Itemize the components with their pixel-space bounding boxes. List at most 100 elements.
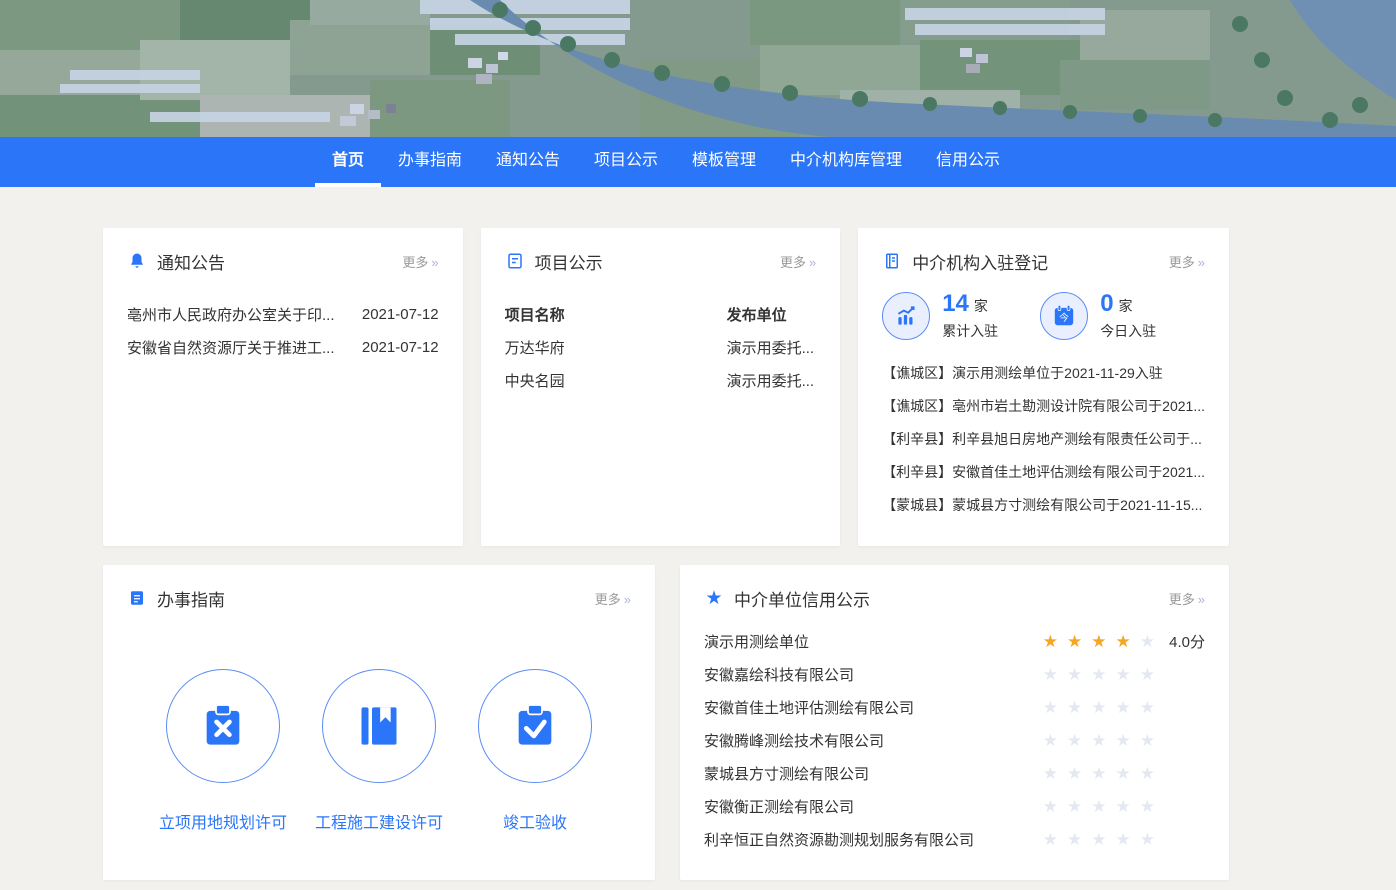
notices-list: 亳州市人民政府办公室关于印... 2021-07-12 安徽省自然资源厅关于推进… xyxy=(127,298,439,364)
hero-banner-aerial-photo xyxy=(0,0,1396,137)
calendar-today-icon: 今 xyxy=(1040,292,1088,340)
company-name-link[interactable]: 安徽腾峰测绘技术有限公司 xyxy=(704,730,1043,751)
credit-card-title: 中介单位信用公示 xyxy=(734,586,870,611)
book-bookmark-icon xyxy=(322,669,436,783)
star-icon: ★ xyxy=(704,588,724,608)
double-chevron-icon: » xyxy=(1198,255,1205,270)
registration-card-title: 中介机构入驻登记 xyxy=(912,249,1048,274)
nav-tab-templates[interactable]: 模板管理 xyxy=(675,137,773,187)
star-rating: ★★★★★ xyxy=(1043,666,1155,683)
clipboard-x-icon xyxy=(166,669,280,783)
stat-total: 14家 累计入驻 xyxy=(882,290,998,341)
star-rating: ★★★★★ xyxy=(1043,732,1155,749)
projects-more-link[interactable]: 更多» xyxy=(780,252,816,271)
notice-item[interactable]: 安徽省自然资源厅关于推进工... 2021-07-12 xyxy=(127,331,439,364)
credit-row: 安徽腾峰测绘技术有限公司 ★★★★★ xyxy=(704,724,1205,757)
registration-item[interactable]: 【谯城区】演示用测绘单位于2021-11-29入驻 xyxy=(882,357,1205,390)
company-name-link[interactable]: 安徽嘉绘科技有限公司 xyxy=(704,664,1043,685)
more-label: 更多 xyxy=(1169,592,1195,607)
notice-title: 亳州市人民政府办公室关于印... xyxy=(127,304,350,325)
notice-date: 2021-07-12 xyxy=(362,339,439,356)
project-row[interactable]: 中央名园 演示用委托... xyxy=(505,364,817,397)
projects-table-header: 项目名称 发布单位 xyxy=(505,298,817,331)
registration-list: 【谯城区】演示用测绘单位于2021-11-29入驻 【谯城区】亳州市岩土勘测设计… xyxy=(882,357,1205,522)
projects-card-title: 项目公示 xyxy=(535,249,603,274)
star-rating: ★★★★★ xyxy=(1043,798,1155,815)
clipboard-check-icon xyxy=(478,669,592,783)
double-chevron-icon: » xyxy=(809,255,816,270)
registration-item[interactable]: 【谯城区】亳州市岩土勘测设计院有限公司于2021... xyxy=(882,390,1205,423)
credit-score: 4.0分 xyxy=(1155,631,1205,652)
guide-more-link[interactable]: 更多» xyxy=(595,589,631,608)
guide-item-planning-permit[interactable]: 立项用地规划许可 xyxy=(145,669,301,833)
registration-item[interactable]: 【利辛县】安徽首佳土地评估测绘有限公司于2021... xyxy=(882,456,1205,489)
notices-card-title: 通知公告 xyxy=(157,249,225,274)
guide-items: 立项用地规划许可 工程施工建设许可 竣工验收 xyxy=(127,669,631,833)
svg-text:今: 今 xyxy=(1059,310,1069,323)
total-label: 累计入驻 xyxy=(942,321,998,341)
main-navigation: 首页 办事指南 通知公告 项目公示 模板管理 中介机构库管理 信用公示 xyxy=(0,137,1396,187)
company-name-link[interactable]: 安徽衡正测绘有限公司 xyxy=(704,796,1043,817)
chart-trend-icon xyxy=(882,292,930,340)
company-name-link[interactable]: 演示用测绘单位 xyxy=(704,631,1043,652)
more-label: 更多 xyxy=(595,592,621,607)
projects-table: 项目名称 发布单位 万达华府 演示用委托... 中央名园 演示用委托... xyxy=(505,298,817,397)
nav-tab-credit[interactable]: 信用公示 xyxy=(919,137,1017,187)
nav-tab-notices[interactable]: 通知公告 xyxy=(479,137,577,187)
project-publisher: 演示用委托... xyxy=(727,337,817,358)
double-chevron-icon: » xyxy=(1198,592,1205,607)
blue-tint-overlay xyxy=(0,0,1396,137)
credit-row: 演示用测绘单位 ★★★★★ 4.0分 xyxy=(704,625,1205,658)
document-filled-icon xyxy=(127,588,147,608)
credit-row: 安徽首佳土地评估测绘有限公司 ★★★★★ xyxy=(704,691,1205,724)
more-label: 更多 xyxy=(1169,255,1195,270)
today-count: 0 xyxy=(1100,290,1113,318)
credit-row: 利辛恒正自然资源勘测规划服务有限公司 ★★★★★ xyxy=(704,823,1205,856)
company-name-link[interactable]: 蒙城县方寸测绘有限公司 xyxy=(704,763,1043,784)
notice-item[interactable]: 亳州市人民政府办公室关于印... 2021-07-12 xyxy=(127,298,439,331)
project-publisher: 演示用委托... xyxy=(727,370,817,391)
registration-stats: 14家 累计入驻 今 0家 今日入驻 xyxy=(882,290,1205,341)
count-unit: 家 xyxy=(974,296,988,316)
guide-item-construction-permit[interactable]: 工程施工建设许可 xyxy=(301,669,457,833)
guide-card-title: 办事指南 xyxy=(157,586,225,611)
notices-more-link[interactable]: 更多» xyxy=(402,252,438,271)
document-icon xyxy=(505,251,525,271)
star-rating: ★★★★★ xyxy=(1043,633,1155,650)
more-label: 更多 xyxy=(402,255,428,270)
project-name: 万达华府 xyxy=(505,337,727,358)
star-rating: ★★★★★ xyxy=(1043,699,1155,716)
guide-item-completion-acceptance[interactable]: 竣工验收 xyxy=(457,669,613,833)
registration-item[interactable]: 【利辛县】利辛县旭日房地产测绘有限责任公司于... xyxy=(882,423,1205,456)
guide-card: 办事指南 更多» 立项用地规划许可 工程施工建设许可 xyxy=(103,565,655,880)
nav-tab-projects[interactable]: 项目公示 xyxy=(577,137,675,187)
credit-more-link[interactable]: 更多» xyxy=(1169,589,1205,608)
company-name-link[interactable]: 安徽首佳土地评估测绘有限公司 xyxy=(704,697,1043,718)
star-rating: ★★★★★ xyxy=(1043,765,1155,782)
guide-item-label: 立项用地规划许可 xyxy=(159,809,287,833)
nav-tab-home[interactable]: 首页 xyxy=(315,137,381,187)
aerial-farmland-illustration xyxy=(0,0,1396,137)
notice-title: 安徽省自然资源厅关于推进工... xyxy=(127,337,350,358)
project-row[interactable]: 万达华府 演示用委托... xyxy=(505,331,817,364)
guide-item-label: 竣工验收 xyxy=(503,809,567,833)
credit-row: 安徽嘉绘科技有限公司 ★★★★★ xyxy=(704,658,1205,691)
column-project-name: 项目名称 xyxy=(505,304,727,325)
registration-item[interactable]: 【蒙城县】蒙城县方寸测绘有限公司于2021-11-15... xyxy=(882,489,1205,522)
nav-tab-agency-library[interactable]: 中介机构库管理 xyxy=(773,137,919,187)
projects-card: 项目公示 更多» 项目名称 发布单位 万达华府 演示用委托... 中央名园 演示… xyxy=(481,228,841,546)
credit-row: 安徽衡正测绘有限公司 ★★★★★ xyxy=(704,790,1205,823)
ledger-icon xyxy=(882,251,902,271)
registration-more-link[interactable]: 更多» xyxy=(1169,252,1205,271)
bell-icon xyxy=(127,251,147,271)
count-unit: 家 xyxy=(1119,296,1133,316)
nav-tab-guide[interactable]: 办事指南 xyxy=(381,137,479,187)
stat-today: 今 0家 今日入驻 xyxy=(1040,290,1156,341)
project-name: 中央名园 xyxy=(505,370,727,391)
total-count: 14 xyxy=(942,290,969,318)
today-label: 今日入驻 xyxy=(1100,321,1156,341)
company-name-link[interactable]: 利辛恒正自然资源勘测规划服务有限公司 xyxy=(704,829,1043,850)
column-publisher: 发布单位 xyxy=(727,304,817,325)
credit-row: 蒙城县方寸测绘有限公司 ★★★★★ xyxy=(704,757,1205,790)
guide-item-label: 工程施工建设许可 xyxy=(315,809,443,833)
